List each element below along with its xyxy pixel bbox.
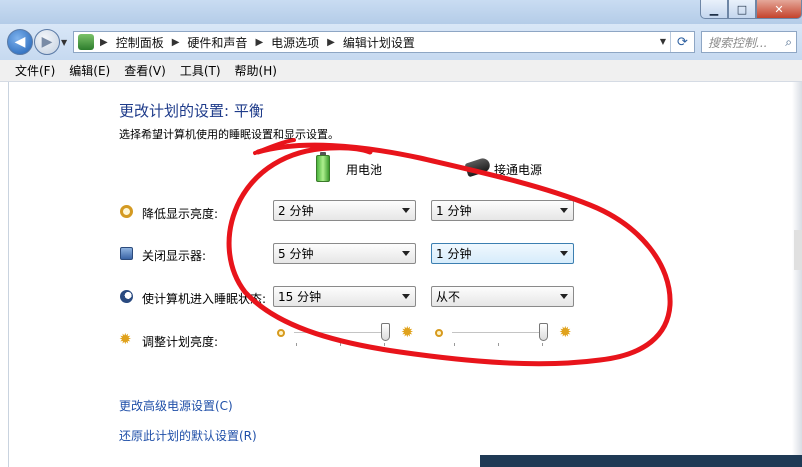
breadcrumb-separator[interactable]: ▶	[168, 37, 184, 48]
select-value: 1 分钟	[436, 247, 472, 261]
turn-off-display-battery-select[interactable]: 5 分钟	[273, 243, 416, 264]
scrollbar[interactable]	[794, 230, 802, 270]
select-value: 15 分钟	[278, 290, 322, 304]
arrow-right-icon: ▶	[41, 34, 53, 50]
background-window-strip	[480, 455, 802, 467]
menu-edit[interactable]: 编辑(E)	[62, 62, 117, 79]
sleep-label: 使计算机进入睡眠状态:	[142, 292, 267, 306]
recent-pages-dropdown[interactable]: ▼	[61, 38, 67, 47]
menu-tools[interactable]: 工具(T)	[173, 62, 228, 79]
address-bar[interactable]: ▶ 控制面板 ▶ 硬件和声音 ▶ 电源选项 ▶ 编辑计划设置 ▼ ⟳	[73, 31, 695, 53]
select-value: 2 分钟	[278, 204, 314, 218]
breadcrumb-separator[interactable]: ▶	[251, 37, 267, 48]
slider-thumb[interactable]	[381, 323, 391, 341]
select-value: 1 分钟	[436, 204, 472, 218]
slider-tick	[498, 343, 499, 346]
control-panel-icon	[78, 34, 94, 50]
menu-bar: 文件(F) 编辑(E) 查看(V) 工具(T) 帮助(H)	[0, 60, 802, 82]
search-icon[interactable]: ⌕	[785, 35, 792, 50]
plugged-brightness-slider[interactable]	[452, 323, 552, 347]
chevron-down-icon	[560, 251, 568, 256]
maximize-button[interactable]: □	[728, 0, 756, 19]
breadcrumb-hardware-sound[interactable]: 硬件和声音	[183, 34, 251, 51]
slider-track	[294, 332, 390, 334]
close-button[interactable]: ✕	[756, 0, 802, 19]
forward-button[interactable]: ▶	[34, 29, 60, 55]
breadcrumb-separator[interactable]: ▶	[96, 37, 112, 48]
chevron-down-icon	[402, 208, 410, 213]
sleep-battery-select[interactable]: 15 分钟	[273, 286, 416, 307]
battery-brightness-slider[interactable]	[294, 323, 394, 347]
minimize-button[interactable]: ▁	[700, 0, 728, 19]
breadcrumb-control-panel[interactable]: 控制面板	[112, 34, 168, 51]
breadcrumb-edit-plan[interactable]: 编辑计划设置	[339, 34, 419, 51]
brightness-icon: ✹	[119, 330, 132, 348]
refresh-button[interactable]: ⟳	[670, 32, 694, 52]
back-button[interactable]: ◀	[7, 29, 33, 55]
brightness-low-icon	[435, 329, 443, 337]
page-title: 更改计划的设置: 平衡	[119, 102, 264, 120]
slider-tick	[340, 343, 341, 346]
menu-file[interactable]: 文件(F)	[8, 62, 62, 79]
breadcrumb-separator[interactable]: ▶	[323, 37, 339, 48]
chevron-down-icon	[560, 294, 568, 299]
dim-display-icon	[120, 205, 133, 218]
arrow-left-icon: ◀	[14, 34, 26, 50]
brightness-high-icon: ✹	[559, 323, 572, 341]
brightness-label: 调整计划亮度:	[142, 335, 219, 349]
address-toolbar: ◀ ▶ ▼ ▶ 控制面板 ▶ 硬件和声音 ▶ 电源选项 ▶ 编辑计划设置 ▼ ⟳…	[0, 24, 802, 60]
battery-icon	[316, 155, 330, 182]
address-dropdown[interactable]: ▼	[660, 37, 666, 46]
column-header-plugged: 接通电源	[494, 163, 543, 177]
slider-thumb[interactable]	[539, 323, 549, 341]
dim-display-label: 降低显示亮度:	[142, 207, 219, 221]
turn-off-display-plugged-select[interactable]: 1 分钟	[431, 243, 574, 264]
chevron-down-icon	[402, 294, 410, 299]
slider-tick	[384, 343, 385, 346]
caption-buttons: ▁ □ ✕	[700, 0, 802, 19]
control-panel-window: ▁ □ ✕ ◀ ▶ ▼ ▶ 控制面板 ▶ 硬件和声音 ▶ 电源选项 ▶ 编辑计划…	[0, 0, 802, 467]
slider-tick	[296, 343, 297, 346]
sleep-moon-icon	[120, 290, 133, 303]
search-placeholder: 搜索控制...	[708, 35, 768, 50]
monitor-off-icon	[120, 247, 133, 260]
menu-help[interactable]: 帮助(H)	[228, 62, 284, 79]
chevron-down-icon	[402, 251, 410, 256]
breadcrumb-power-options[interactable]: 电源选项	[267, 34, 323, 51]
select-value: 从不	[436, 290, 461, 304]
restore-defaults-link[interactable]: 还原此计划的默认设置(R)	[119, 427, 257, 444]
select-value: 5 分钟	[278, 247, 314, 261]
search-input[interactable]: 搜索控制... ⌕	[701, 31, 797, 53]
turn-off-display-label: 关闭显示器:	[142, 249, 207, 263]
slider-tick	[542, 343, 543, 346]
title-bar: ▁ □ ✕	[0, 0, 802, 24]
brightness-low-icon	[277, 329, 285, 337]
dim-display-plugged-select[interactable]: 1 分钟	[431, 200, 574, 221]
dim-display-battery-select[interactable]: 2 分钟	[273, 200, 416, 221]
chevron-down-icon	[560, 208, 568, 213]
menu-view[interactable]: 查看(V)	[117, 62, 173, 79]
content-edge	[792, 82, 802, 467]
sleep-plugged-select[interactable]: 从不	[431, 286, 574, 307]
column-header-battery: 用电池	[346, 163, 383, 177]
slider-tick	[454, 343, 455, 346]
slider-track	[452, 332, 548, 334]
page-subtitle: 选择希望计算机使用的睡眠设置和显示设置。	[119, 128, 339, 141]
advanced-settings-link[interactable]: 更改高级电源设置(C)	[119, 397, 233, 414]
brightness-high-icon: ✹	[401, 323, 414, 341]
refresh-icon: ⟳	[677, 34, 688, 50]
